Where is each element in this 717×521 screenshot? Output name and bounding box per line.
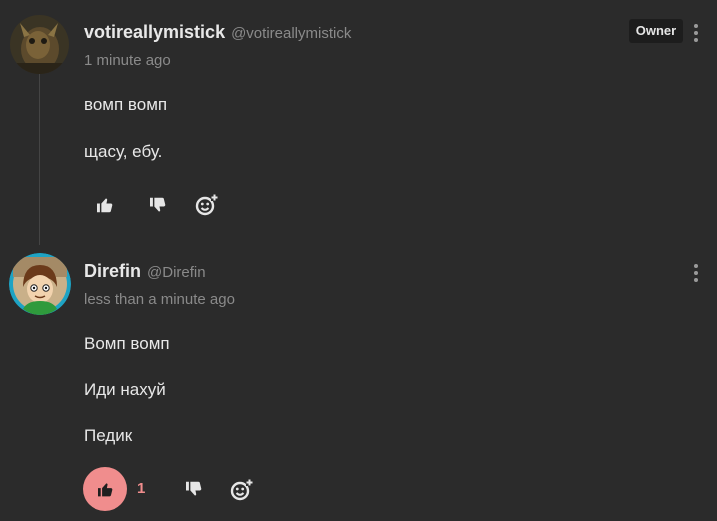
like-button[interactable] [83, 467, 127, 511]
author-handle[interactable]: @Direfin [147, 264, 206, 281]
comment-text-line: Иди нахуй [84, 380, 166, 399]
comment-text-line: щасу, ебу. [84, 142, 163, 161]
thumbs-down-icon [150, 197, 166, 212]
timestamp[interactable]: 1 minute ago [84, 52, 171, 69]
author-handle[interactable]: @votireallymistick [231, 25, 351, 42]
dislike-button[interactable] [146, 193, 170, 217]
dislike-button[interactable] [182, 477, 206, 501]
like-button[interactable] [93, 193, 117, 217]
thumbs-up-icon [97, 482, 112, 496]
more-vertical-icon[interactable] [690, 264, 702, 286]
timestamp[interactable]: less than a minute ago [84, 291, 235, 308]
owner-badge: Owner [629, 19, 683, 43]
reply-thread-line [39, 70, 40, 245]
comment-text-line: вомп вомп [84, 95, 168, 114]
author-row: Direfin @Direfin [84, 261, 206, 282]
comments-panel: votireallymistick @votireallymistick 1 m… [0, 0, 717, 521]
thumbs-down-icon [186, 481, 202, 496]
avatar[interactable] [10, 15, 69, 74]
more-vertical-icon[interactable] [690, 24, 702, 46]
add-reaction-icon [195, 194, 218, 216]
add-reaction-button[interactable] [229, 477, 255, 503]
author-row: votireallymistick @votireallymistick [84, 22, 351, 43]
comment-text-line: Вомп вомп [84, 334, 170, 353]
author-name[interactable]: Direfin [84, 261, 141, 282]
comment-text-line: Педик [84, 426, 133, 445]
add-reaction-button[interactable] [194, 192, 220, 218]
avatar[interactable] [9, 253, 71, 315]
like-count: 1 [137, 480, 146, 497]
thumbs-up-icon [97, 198, 113, 213]
add-reaction-icon [230, 479, 253, 501]
author-name[interactable]: votireallymistick [84, 22, 225, 43]
